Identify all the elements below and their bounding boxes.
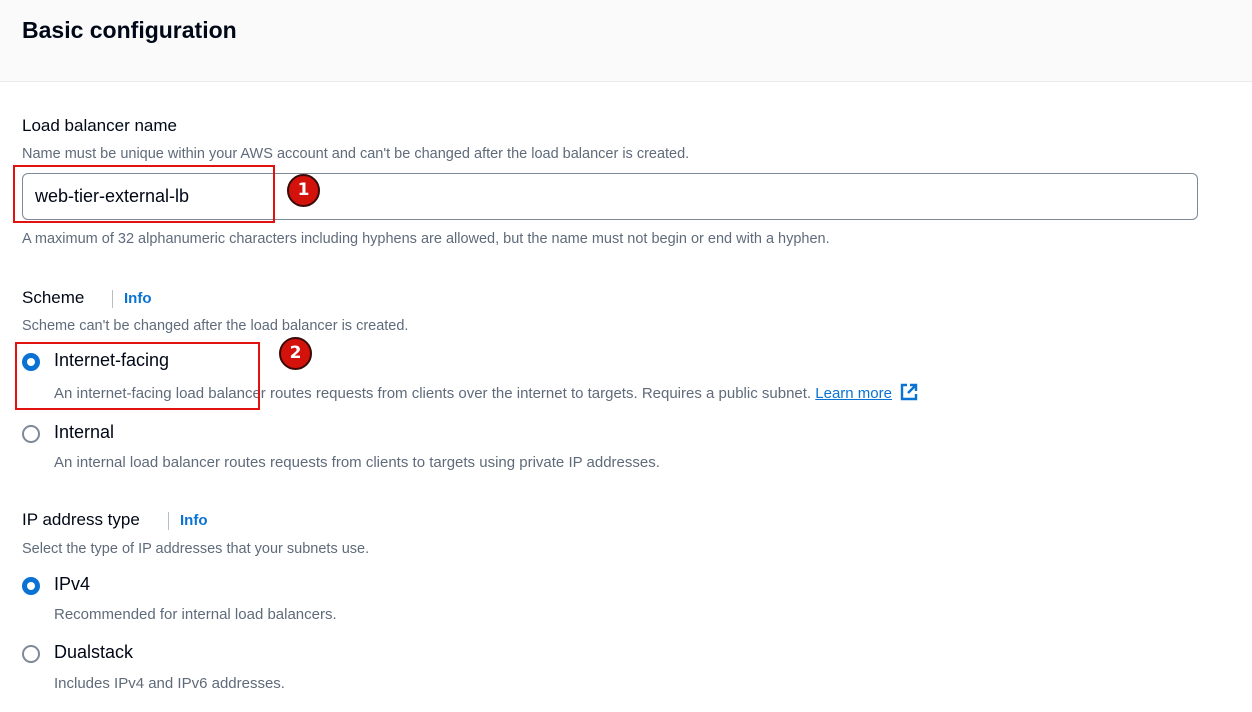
internal-description: An internal load balancer routes request…	[54, 454, 660, 471]
scheme-label: Scheme	[22, 288, 85, 307]
section-header: Basic configuration	[0, 0, 1252, 82]
learn-more-link[interactable]: Learn more	[815, 385, 892, 402]
dualstack-label[interactable]: Dualstack	[54, 642, 133, 663]
dualstack-radio[interactable]	[22, 645, 40, 663]
internal-radio[interactable]	[22, 425, 40, 443]
annotation-badge-2: 2	[279, 337, 312, 370]
ip-address-type-info-link[interactable]: Info	[168, 512, 208, 530]
load-balancer-name-description: Name must be unique within your AWS acco…	[22, 146, 690, 162]
scheme-description: Scheme can't be changed after the load b…	[22, 318, 409, 334]
scheme-info-link[interactable]: Info	[112, 290, 152, 308]
load-balancer-name-label: Load balancer name	[22, 116, 178, 135]
ipv4-description: Recommended for internal load balancers.	[54, 606, 337, 623]
load-balancer-name-constraint: A maximum of 32 alphanumeric characters …	[22, 231, 830, 247]
annotation-box-2	[15, 342, 260, 410]
ip-address-type-label: IP address type	[22, 510, 140, 529]
annotation-box-1	[13, 165, 275, 223]
internal-label[interactable]: Internal	[54, 422, 114, 443]
section-title: Basic configuration	[22, 17, 237, 43]
ipv4-radio[interactable]	[22, 577, 40, 595]
ipv4-label[interactable]: IPv4	[54, 574, 90, 595]
annotation-badge-1: 1	[287, 174, 320, 207]
dualstack-description: Includes IPv4 and IPv6 addresses.	[54, 675, 285, 692]
ip-address-type-description: Select the type of IP addresses that you…	[22, 541, 370, 557]
external-link-icon[interactable]	[900, 383, 918, 401]
